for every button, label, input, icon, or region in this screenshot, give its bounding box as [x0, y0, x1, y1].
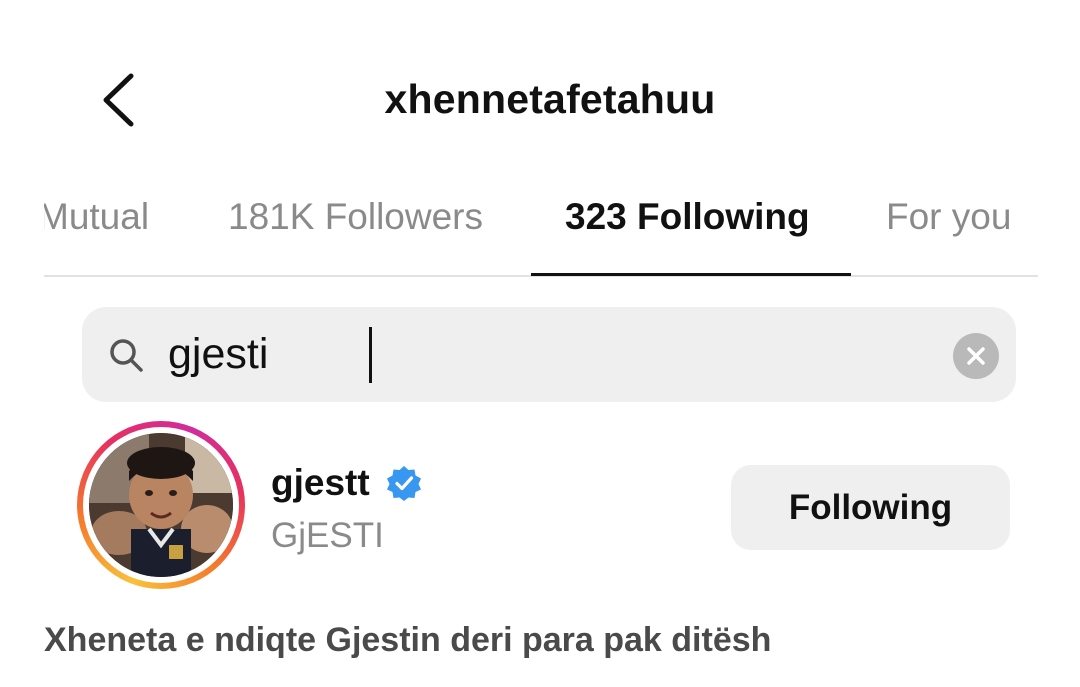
tab-for-you[interactable]: For you [886, 196, 1011, 238]
avatar [89, 433, 233, 577]
result-username[interactable]: gjestt [271, 462, 370, 504]
chevron-left-icon [103, 73, 134, 127]
search-input[interactable] [168, 325, 868, 383]
avatar-gap [83, 427, 239, 583]
clear-icon [967, 347, 985, 365]
active-tab-indicator [531, 273, 851, 276]
tab-bar: Mutual 181K Followers 323 Following For … [44, 190, 1038, 278]
page-title: xhennetafetahuu [384, 76, 716, 122]
result-full-name: GjESTI [271, 516, 384, 555]
search-result-row[interactable]: gjestt GjESTI Following [44, 418, 1038, 598]
tab-followers[interactable]: 181K Followers [228, 196, 483, 238]
story-ring[interactable] [77, 421, 245, 589]
search-bar[interactable] [82, 307, 1016, 402]
tab-mutual[interactable]: Mutual [44, 196, 149, 238]
caption-text: Xheneta e ndiqte Gjestin deri para pak d… [44, 621, 772, 659]
verified-badge-icon [387, 466, 421, 501]
tab-following[interactable]: 323 Following [565, 196, 810, 238]
clear-search-button[interactable] [953, 333, 999, 379]
back-button[interactable] [92, 68, 144, 132]
following-button[interactable]: Following [731, 465, 1010, 550]
avatar-photo [89, 433, 233, 577]
text-caret [369, 327, 372, 383]
search-icon [110, 339, 143, 372]
